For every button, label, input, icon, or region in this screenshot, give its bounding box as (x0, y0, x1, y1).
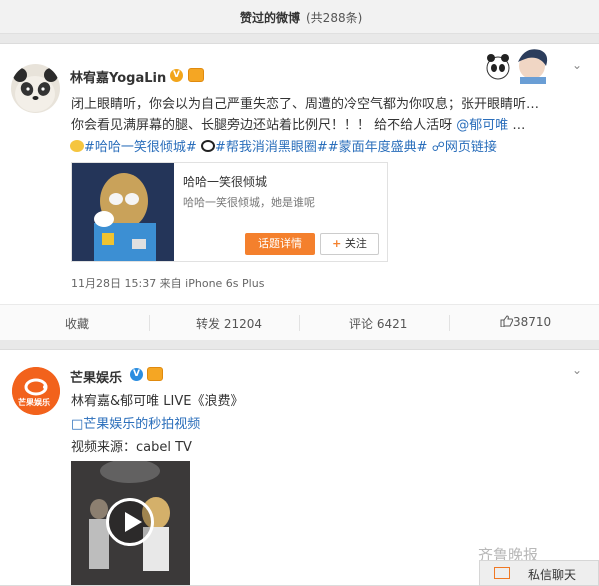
like-button[interactable]: 38710 (500, 315, 551, 329)
author-name[interactable]: 林宥嘉YogaLin (70, 67, 166, 86)
member-icon[interactable] (188, 68, 204, 82)
divider (299, 315, 300, 331)
topic-card-subtitle: 哈哈一笑很倾城，她是谁呢 (183, 196, 315, 209)
liked-count: (共288条) (306, 11, 363, 25)
verified-icon: V (170, 69, 183, 82)
plus-icon: + (332, 237, 342, 250)
topic-link[interactable]: #哈哈一笑很倾城# (84, 140, 197, 155)
header-decoration (480, 44, 560, 84)
member-icon[interactable] (147, 367, 163, 381)
like-count: 38710 (513, 315, 552, 329)
post-text-line: 视频来源：cabel TV (71, 440, 192, 455)
topic-link[interactable]: #帮我消消黑眼圈# (215, 140, 328, 155)
page-title: 赞过的微博 (240, 11, 301, 25)
topic-card-title: 哈哈一笑很倾城 (183, 175, 268, 189)
post-text-line: 你会看见满屏幕的腿、长腿旁边还站着比例尺！！！ 给不给人活呀 @郁可唯 … (71, 114, 525, 133)
follow-button[interactable]: + 关注 (320, 233, 379, 255)
topic-line: #哈哈一笑很倾城# #帮我消消黑眼圈##蒙面年度盛典# ☍网页链接 (70, 136, 497, 155)
post-meta: 11月28日 15:37 来自 iPhone 6s Plus (71, 277, 265, 290)
avatar[interactable]: 芒果娱乐 (12, 367, 60, 415)
thumbs-up-icon (500, 315, 513, 328)
repost-button[interactable]: 转发 21204 (196, 315, 262, 332)
panda-emoji-icon (200, 140, 215, 152)
avatar[interactable] (11, 64, 60, 113)
video-link-line: □芒果娱乐的秒拍视频 (71, 413, 200, 432)
divider (149, 315, 150, 331)
verified-icon: V (130, 368, 143, 381)
comment-button[interactable]: 评论 6421 (349, 315, 407, 332)
post-text-line: 林宥嘉&郁可唯 LIVE《浪费》 (71, 394, 244, 409)
topic-thumbnail[interactable] (72, 163, 174, 261)
follow-label: 关注 (344, 237, 367, 250)
ellipsis: … (508, 118, 526, 133)
page-header: 赞过的微博 (共288条) (0, 0, 599, 34)
private-chat-button[interactable]: 私信聊天 (479, 560, 599, 586)
web-link[interactable]: 网页链接 (445, 140, 497, 155)
author-name[interactable]: 芒果娱乐 (70, 367, 122, 386)
post-text: 你会看见满屏幕的腿、长腿旁边还站着比例尺！！！ 给不给人活呀 (71, 118, 457, 133)
chevron-down-icon[interactable]: ⌄ (572, 363, 582, 377)
link-icon: ☍ (431, 140, 445, 155)
divider (449, 315, 450, 331)
collect-button[interactable]: 收藏 (65, 315, 89, 332)
topic-detail-button[interactable]: 话题详情 (245, 233, 315, 255)
chat-label: 私信聊天 (528, 568, 577, 582)
video-thumbnail[interactable] (71, 461, 190, 585)
video-icon: □ (71, 417, 84, 432)
chevron-down-icon[interactable]: ⌄ (572, 58, 582, 72)
post-text-line: 闭上眼睛听，你会以为自己严重失恋了、周遭的冷空气都为你叹息；张开眼睛听… (71, 97, 540, 112)
action-bar: 收藏 转发 21204 评论 6421 38710 (0, 304, 599, 340)
weibo-post-card: 林宥嘉YogaLin V ⌄ 闭上眼睛听，你会以为自己严重失恋了、周遭的冷空气都… (0, 43, 599, 340)
video-link[interactable]: 芒果娱乐的秒拍视频 (83, 417, 200, 432)
topic-card[interactable]: 哈哈一笑很倾城 哈哈一笑很倾城，她是谁呢 话题详情 + 关注 (71, 162, 388, 262)
envelope-icon (494, 567, 510, 579)
play-icon[interactable] (106, 498, 154, 546)
mention-link[interactable]: @郁可唯 (456, 118, 508, 133)
emoji-icon (70, 140, 84, 152)
logo-text: 芒果娱乐 (18, 398, 50, 407)
topic-link[interactable]: #蒙面年度盛典# (328, 140, 428, 155)
